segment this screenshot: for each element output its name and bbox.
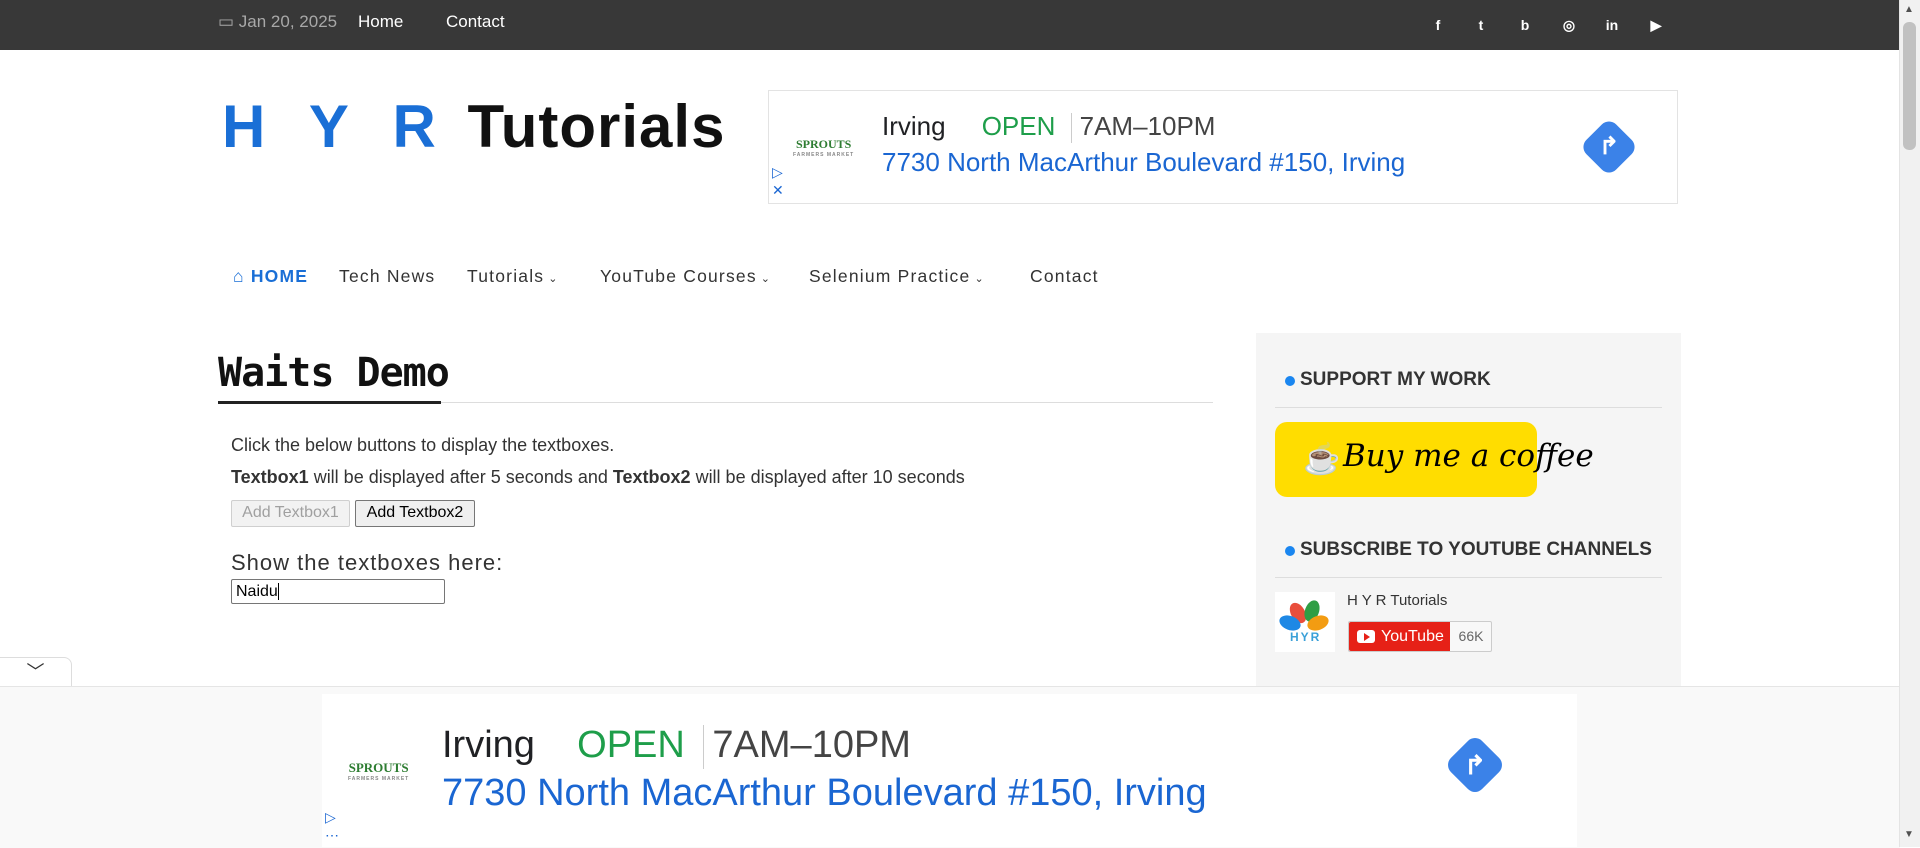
nav-selenium-practice[interactable]: Selenium Practice ⌄ bbox=[809, 266, 985, 287]
page-scrollbar[interactable]: ▲ ▼ bbox=[1899, 0, 1920, 847]
directions-icon[interactable]: ↱ bbox=[1443, 733, 1507, 797]
youtube-subscribe-button[interactable]: YouTube 66K bbox=[1348, 621, 1492, 652]
topbar-link-home[interactable]: Home bbox=[358, 12, 403, 32]
ad-hours: 7AM–10PM bbox=[712, 724, 911, 766]
divider bbox=[1275, 407, 1662, 408]
date-text: Jan 20, 2025 bbox=[238, 12, 338, 31]
nav-home[interactable]: ⌂ HOME bbox=[233, 266, 308, 287]
ad-open-status: OPEN bbox=[981, 111, 1056, 141]
facebook-icon[interactable]: f bbox=[1427, 14, 1449, 36]
bullet-icon bbox=[1285, 546, 1295, 556]
nav-youtube-courses[interactable]: YouTube Courses ⌄ bbox=[600, 266, 771, 287]
textbox1-input[interactable]: Naidu bbox=[231, 579, 445, 604]
calendar-icon: ▭ bbox=[218, 12, 235, 31]
coffee-cup-icon: ☕ bbox=[1303, 443, 1341, 476]
topbar-link-contact[interactable]: Contact bbox=[446, 12, 505, 32]
channel-name[interactable]: H Y R Tutorials bbox=[1347, 592, 1447, 609]
chevron-down-icon: ⌄ bbox=[548, 273, 559, 285]
scroll-up-icon[interactable]: ▲ bbox=[1904, 4, 1914, 16]
divider bbox=[1275, 577, 1662, 578]
ad-address: 7730 North MacArthur Boulevard #150, Irv… bbox=[442, 772, 1207, 814]
ad-brand-logo: SPROUTS FARMERS MARKET bbox=[793, 137, 855, 158]
bullet-icon bbox=[1285, 376, 1295, 386]
collapse-ad-button[interactable]: ﹀ bbox=[0, 657, 72, 689]
nav-contact[interactable]: Contact bbox=[1030, 266, 1099, 287]
linkedin-icon[interactable]: in bbox=[1601, 14, 1623, 36]
scroll-down-icon[interactable]: ▼ bbox=[1904, 829, 1914, 841]
logo-hyr: H Y R bbox=[222, 93, 450, 160]
instruction-text: Click the below buttons to display the t… bbox=[231, 435, 615, 455]
adchoices-icon[interactable]: ▷ bbox=[772, 165, 783, 179]
subscriber-count: 66K bbox=[1458, 628, 1484, 644]
coffee-label: Buy me a coffee bbox=[1343, 438, 1594, 474]
youtube-icon[interactable]: ▶ bbox=[1645, 14, 1667, 36]
support-heading: SUPPORT MY WORK bbox=[1300, 369, 1491, 390]
instagram-icon[interactable]: ◎ bbox=[1558, 14, 1580, 36]
ad-brand-logo: SPROUTS FARMERS MARKET bbox=[348, 760, 410, 782]
chevron-down-icon: ﹀ bbox=[26, 662, 45, 682]
ad-store-line: Irving OPEN 7AM–10PM bbox=[882, 111, 1216, 144]
top-ad-banner[interactable]: SPROUTS FARMERS MARKET Irving OPEN 7AM–10… bbox=[768, 90, 1678, 204]
directions-icon[interactable]: ↱ bbox=[1579, 117, 1639, 177]
blogger-icon[interactable]: b bbox=[1514, 14, 1536, 36]
timing-text: Textbox1 will be displayed after 5 secon… bbox=[231, 467, 965, 487]
channel-logo[interactable]: HYR bbox=[1275, 592, 1335, 652]
logo-tutorials: Tutorials bbox=[467, 93, 726, 160]
nav-tech-news[interactable]: Tech News bbox=[339, 266, 435, 287]
ad-store-line: Irving OPEN 7AM–10PM bbox=[442, 724, 911, 769]
date-display: ▭ Jan 20, 2025 bbox=[218, 12, 337, 32]
add-textbox1-button[interactable]: Add Textbox1 bbox=[231, 500, 350, 527]
more-options-icon[interactable]: ⋯ bbox=[325, 828, 339, 842]
top-bar: ▭ Jan 20, 2025 Home Contact f t b ◎ in ▶ bbox=[0, 0, 1900, 50]
bottom-ad-banner[interactable]: SPROUTS FARMERS MARKET Irving OPEN 7AM–10… bbox=[322, 694, 1577, 847]
chevron-down-icon: ⌄ bbox=[760, 273, 772, 285]
adchoices-icon[interactable]: ▷ bbox=[325, 810, 336, 824]
ad-open-status: OPEN bbox=[577, 724, 685, 766]
chevron-down-icon: ⌄ bbox=[974, 273, 985, 285]
youtube-icon bbox=[1357, 630, 1375, 643]
ad-hours: 7AM–10PM bbox=[1079, 111, 1216, 141]
show-textboxes-label: Show the textboxes here: bbox=[231, 550, 504, 575]
ad-address: 7730 North MacArthur Boulevard #150, Irv… bbox=[882, 147, 1406, 177]
add-textbox2-button[interactable]: Add Textbox2 bbox=[355, 500, 475, 527]
subscribe-heading: SUBSCRIBE TO YOUTUBE CHANNELS bbox=[1300, 539, 1652, 560]
scroll-thumb[interactable] bbox=[1903, 22, 1916, 150]
channel-logo-text: HYR bbox=[1290, 630, 1322, 644]
site-logo[interactable]: H Y R Tutorials bbox=[222, 92, 725, 161]
main-nav: ⌂ HOME Tech News Tutorials ⌄ YouTube Cour… bbox=[0, 254, 1900, 308]
nav-tutorials[interactable]: Tutorials ⌄ bbox=[467, 266, 559, 287]
buy-me-a-coffee-button[interactable]: ☕ Buy me a coffee bbox=[1275, 422, 1594, 497]
page-title: Waits Demo bbox=[218, 350, 450, 396]
home-icon: ⌂ bbox=[233, 266, 251, 286]
close-icon[interactable]: ✕ bbox=[772, 183, 784, 197]
twitter-icon[interactable]: t bbox=[1470, 14, 1492, 36]
title-underline bbox=[218, 401, 441, 404]
